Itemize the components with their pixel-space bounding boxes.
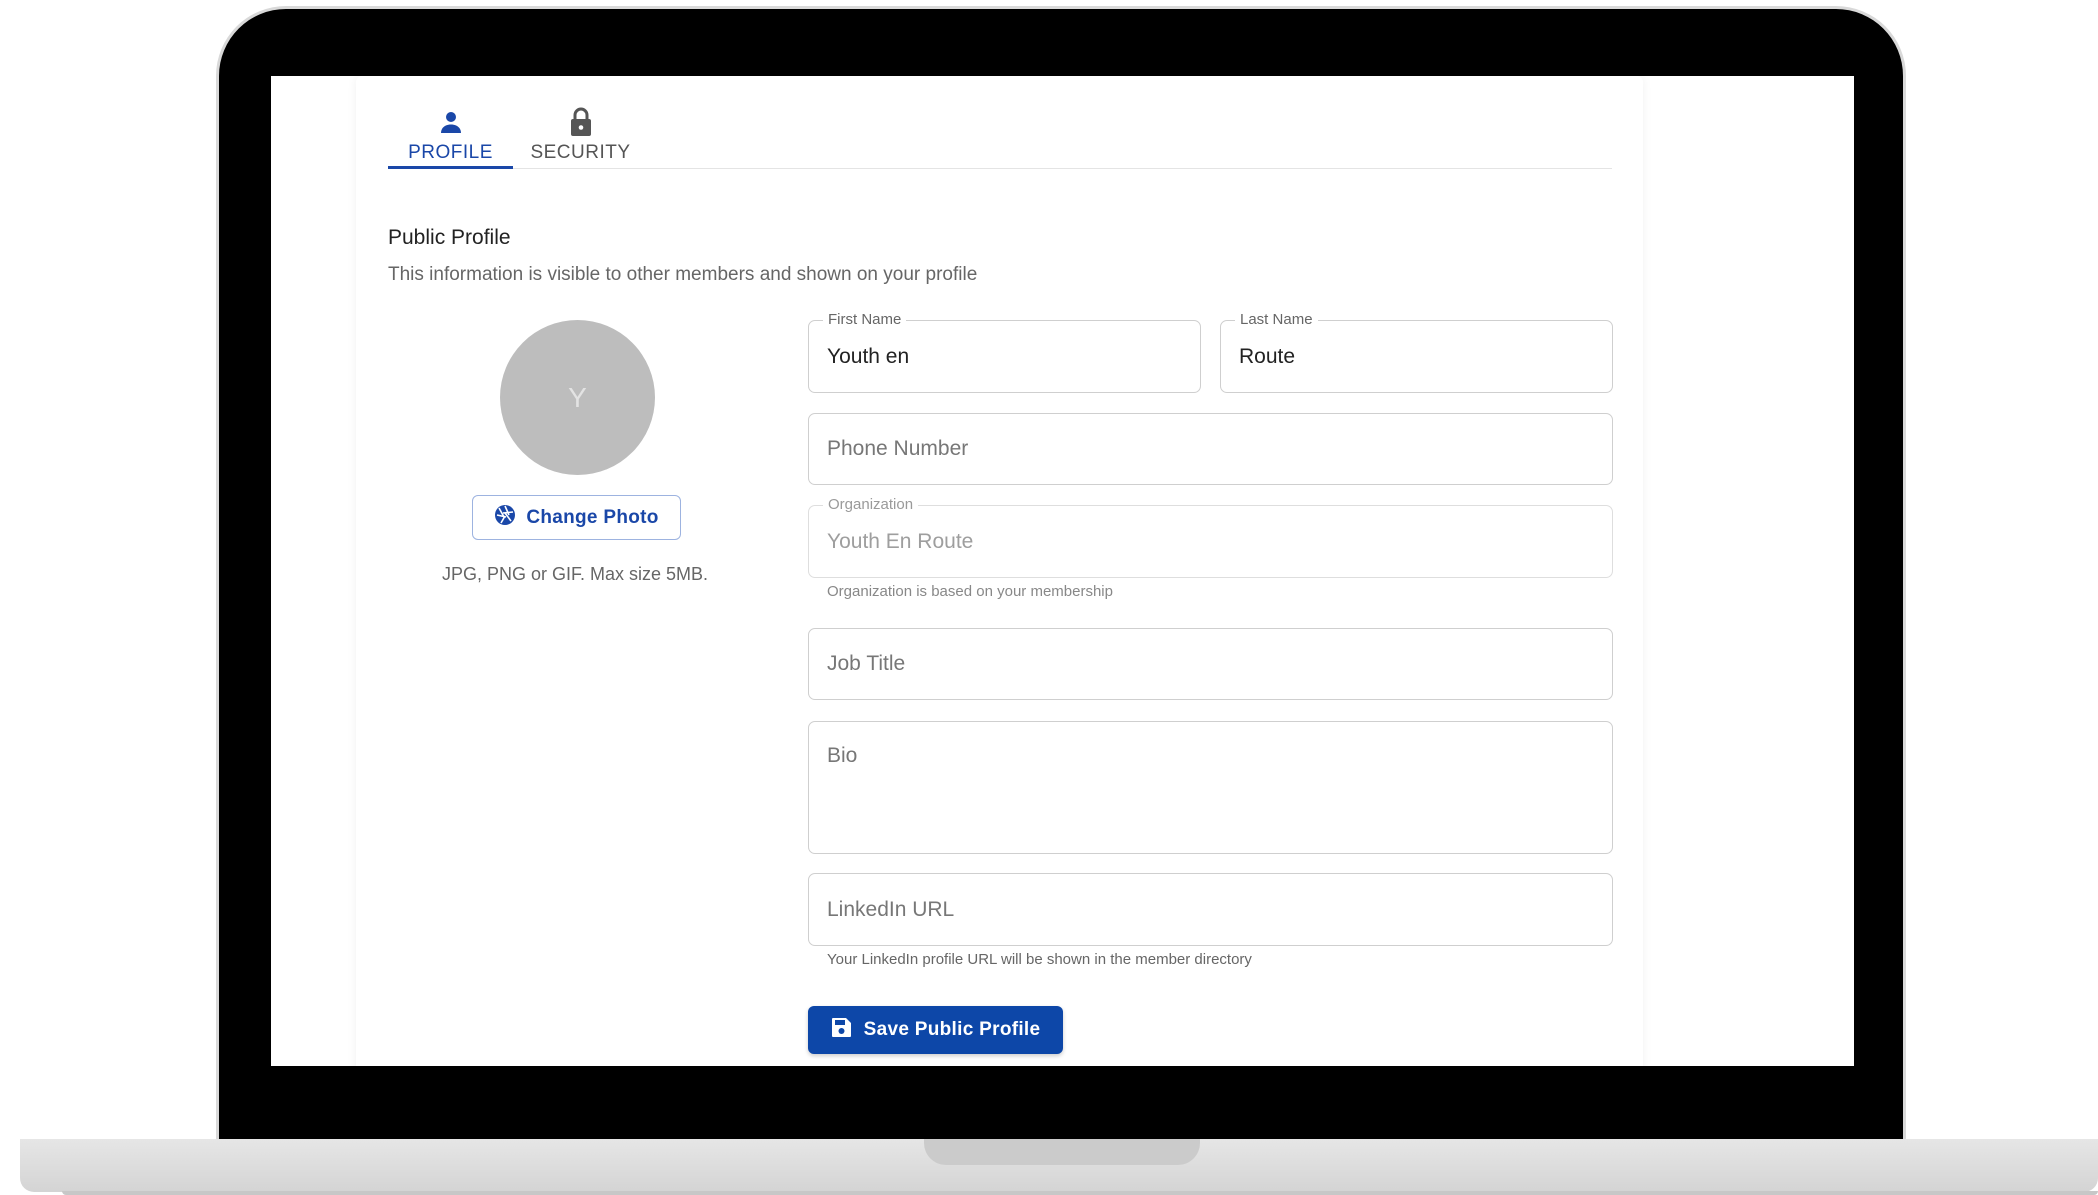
organization-helper: Organization is based on your membership [827, 583, 1113, 600]
tab-profile-label: PROFILE [408, 142, 493, 163]
screen: PROFILE SECURITY Public Profile This inf… [271, 76, 1854, 1066]
save-icon [831, 1017, 852, 1044]
section-description: This information is visible to other mem… [388, 264, 978, 285]
job-title-placeholder: Job Title [827, 652, 906, 675]
bio-field[interactable]: Bio [808, 721, 1613, 854]
change-photo-button[interactable]: Change Photo [472, 495, 681, 540]
profile-card: PROFILE SECURITY Public Profile This inf… [356, 76, 1643, 1066]
save-public-profile-button[interactable]: Save Public Profile [808, 1006, 1063, 1054]
linkedin-helper: Your LinkedIn profile URL will be shown … [827, 951, 1252, 968]
bio-placeholder: Bio [827, 744, 858, 767]
avatar-initial: Y [568, 381, 587, 413]
job-title-field[interactable]: Job Title [808, 628, 1613, 700]
laptop-notch [924, 1139, 1200, 1165]
organization-field: Organization Youth En Route [808, 496, 1613, 578]
tab-security[interactable]: SECURITY [518, 106, 643, 168]
lock-icon [569, 106, 593, 138]
last-name-field[interactable]: Last Name Route [1220, 311, 1613, 393]
first-name-field[interactable]: First Name Youth en [808, 311, 1201, 393]
avatar: Y [500, 320, 655, 475]
photo-hint: JPG, PNG or GIF. Max size 5MB. [441, 564, 709, 584]
tab-security-label: SECURITY [530, 142, 631, 163]
section-title: Public Profile [388, 226, 511, 249]
tab-profile[interactable]: PROFILE [388, 106, 513, 169]
linkedin-url-field[interactable]: LinkedIn URL [808, 873, 1613, 946]
first-name-value: Youth en [827, 344, 910, 368]
person-icon [440, 106, 462, 138]
camera-aperture-icon [494, 504, 516, 532]
organization-value: Youth En Route [827, 529, 974, 553]
phone-number-field[interactable]: Phone Number [808, 413, 1613, 485]
change-photo-label: Change Photo [526, 506, 659, 528]
last-name-value: Route [1239, 344, 1296, 368]
tab-bar: PROFILE SECURITY [388, 106, 1612, 169]
save-button-label: Save Public Profile [863, 1019, 1041, 1040]
linkedin-url-placeholder: LinkedIn URL [827, 897, 955, 921]
phone-number-placeholder: Phone Number [827, 437, 969, 460]
